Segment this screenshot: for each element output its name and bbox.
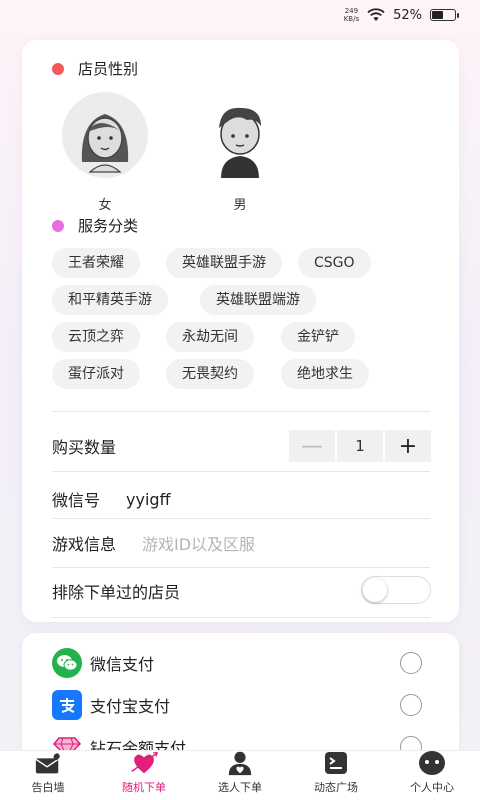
gender-label-female: 女: [98, 198, 112, 213]
tab-random-order[interactable]: 随机下单: [96, 751, 192, 800]
divider: [52, 518, 430, 519]
alipay-label: 支付宝支付: [90, 697, 171, 716]
battery-icon: [430, 9, 459, 21]
service-chip[interactable]: CSGO: [298, 248, 371, 278]
service-chip[interactable]: 云顶之弈: [52, 322, 140, 352]
service-chip[interactable]: 无畏契约: [166, 359, 254, 389]
wechat-label: 微信号: [52, 491, 101, 510]
wechat-input[interactable]: yyigff: [126, 490, 171, 509]
gender-option-female[interactable]: 女: [62, 92, 148, 213]
quantity-label: 购买数量: [52, 438, 117, 457]
service-chip[interactable]: 英雄联盟手游: [166, 248, 282, 278]
pink-dot-icon: [52, 219, 64, 232]
service-chip[interactable]: 金铲铲: [281, 322, 355, 352]
service-chip[interactable]: 永劫无间: [166, 322, 254, 352]
battery-percent: 52%: [393, 7, 422, 23]
status-bar: 249 KB/s 52%: [0, 0, 480, 30]
payment-option-alipay[interactable]: 支付宝支付: [52, 689, 422, 721]
payment-option-wechat[interactable]: 微信支付: [52, 647, 422, 679]
quantity-value[interactable]: 1: [337, 430, 383, 462]
cupid-heart-icon: [130, 750, 158, 776]
order-form-card: 店员性别 女 男 服务分类 王者荣耀 英雄联盟手游 CSGO 和平精英手游 英雄…: [22, 40, 459, 622]
exclude-label: 排除下单过的店员: [52, 583, 181, 602]
service-chip[interactable]: 绝地求生: [281, 359, 369, 389]
tab-profile[interactable]: 个人中心: [384, 751, 480, 800]
service-chip[interactable]: 和平精英手游: [52, 285, 168, 315]
bottom-tab-bar: 告白墙 随机下单 选人下单 动态广场 个人中心: [0, 750, 480, 800]
payment-card: 微信支付 支付宝支付 钻石余额支付: [22, 633, 459, 763]
gender-option-male[interactable]: 男: [197, 92, 283, 213]
wifi-icon: [367, 8, 385, 21]
divider: [52, 471, 430, 472]
person-heart-icon: [226, 750, 254, 776]
wechat-pay-icon: [52, 648, 82, 678]
gender-section-title: 店员性别: [52, 58, 138, 79]
divider: [52, 567, 430, 568]
divider: [52, 411, 430, 412]
tab-confession-wall[interactable]: 告白墙: [0, 751, 96, 800]
profile-face-icon: [418, 750, 446, 776]
envelope-heart-icon: [34, 751, 62, 776]
service-section-title: 服务分类: [52, 215, 138, 236]
gender-label-male: 男: [233, 198, 247, 213]
male-avatar-icon: [197, 92, 283, 178]
service-chip[interactable]: 蛋仔派对: [52, 359, 140, 389]
divider: [52, 617, 430, 618]
red-dot-icon: [52, 62, 64, 75]
increase-button[interactable]: +: [385, 430, 431, 462]
game-info-label: 游戏信息: [52, 535, 117, 554]
radio-button[interactable]: [400, 652, 422, 674]
decrease-button[interactable]: —: [289, 430, 335, 462]
toggle-knob: [363, 578, 387, 602]
wechat-pay-label: 微信支付: [90, 655, 155, 674]
radio-button[interactable]: [400, 694, 422, 716]
tab-pick-person[interactable]: 选人下单: [192, 751, 288, 800]
service-chip[interactable]: 王者荣耀: [52, 248, 140, 278]
wechat-row: 微信号 yyigff: [52, 481, 430, 517]
service-chip[interactable]: 英雄联盟端游: [200, 285, 316, 315]
exclude-toggle[interactable]: [361, 576, 431, 604]
female-avatar-icon: [62, 92, 148, 178]
network-speed: 249 KB/s: [343, 7, 360, 23]
game-info-row: 游戏信息 游戏ID以及区服: [52, 525, 430, 561]
game-info-input[interactable]: 游戏ID以及区服: [142, 531, 255, 555]
feed-icon: [322, 750, 350, 776]
tab-feed-square[interactable]: 动态广场: [288, 751, 384, 800]
alipay-icon: [52, 690, 82, 720]
quantity-stepper: — 1 +: [289, 430, 431, 462]
